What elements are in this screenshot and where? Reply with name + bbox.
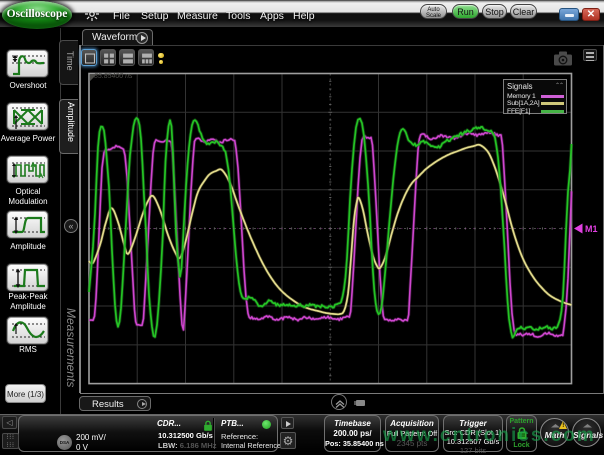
svg-text:M1: M1 <box>585 224 598 234</box>
